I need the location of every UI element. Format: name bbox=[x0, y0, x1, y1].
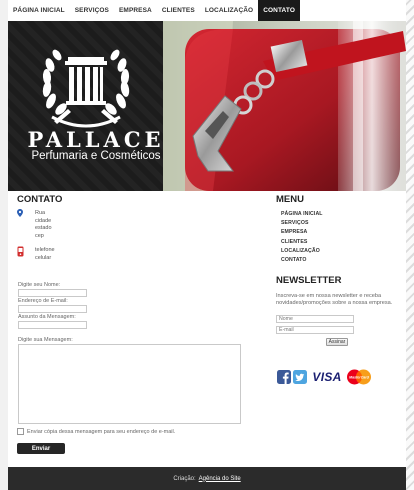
phone-number: telefone bbox=[35, 247, 55, 253]
nav-item-clientes[interactable]: CLIENTES bbox=[157, 0, 200, 21]
brand-name: PALLACE bbox=[27, 127, 165, 152]
address-state: estado bbox=[35, 225, 52, 232]
newsletter-name-input[interactable]: Nome bbox=[276, 315, 354, 323]
brand-tagline: Perfumaria e Cosméticos bbox=[31, 150, 161, 162]
footer-credit-prefix: Criação: bbox=[173, 475, 196, 482]
name-input[interactable] bbox=[18, 289, 87, 297]
phone-block: telefone celular bbox=[35, 247, 55, 262]
nav-item-empresa[interactable]: EMPRESA bbox=[114, 0, 157, 21]
address-zip: cep bbox=[35, 232, 44, 239]
phone-icon bbox=[17, 246, 24, 257]
nav-item-servicos[interactable]: SERVIÇOS bbox=[70, 0, 114, 21]
footer-agency-link[interactable]: Agência do Site bbox=[199, 476, 241, 482]
newsletter-description: Inscreva-se em nossa newsletter e receba… bbox=[276, 293, 393, 307]
menu-item-servicos[interactable]: SERVIÇOS bbox=[281, 219, 323, 228]
sidebar-menu: PÁGINA INICIAL SERVIÇOS EMPRESA CLIENTES… bbox=[281, 210, 323, 265]
message-label: Digite sua Mensagem: bbox=[18, 337, 73, 343]
menu-heading: MENU bbox=[276, 194, 304, 205]
subject-label: Assunto da Mensagem: bbox=[18, 314, 76, 320]
twitter-icon[interactable] bbox=[293, 370, 307, 384]
address-city: cidade bbox=[35, 217, 52, 224]
nav-item-contato[interactable]: CONTATO bbox=[258, 0, 300, 21]
footer: Criação: Agência do Site bbox=[8, 467, 406, 490]
pallace-logo-emblem bbox=[42, 49, 130, 128]
name-label: Digite seu Nome: bbox=[18, 282, 61, 288]
mastercard-icon: MasterCard bbox=[347, 369, 371, 385]
email-input[interactable] bbox=[18, 305, 87, 313]
facebook-icon[interactable] bbox=[277, 370, 291, 384]
menu-item-empresa[interactable]: EMPRESA bbox=[281, 228, 323, 237]
email-label: Endereço de E-mail: bbox=[18, 298, 68, 304]
mobile-number: celular bbox=[35, 254, 52, 261]
perfume-bottle-photo bbox=[163, 21, 406, 191]
menu-item-pagina-inicial[interactable]: PÁGINA INICIAL bbox=[281, 210, 323, 219]
subscribe-button[interactable]: Assinar bbox=[326, 338, 348, 346]
menu-item-clientes[interactable]: CLIENTES bbox=[281, 238, 323, 247]
nav-item-pagina-inicial[interactable]: PÁGINA INICIAL bbox=[8, 0, 70, 21]
contato-heading: CONTATO bbox=[17, 194, 63, 205]
visa-badge: VISA bbox=[310, 370, 344, 384]
send-button[interactable]: Enviar bbox=[17, 443, 65, 454]
top-nav: PÁGINA INICIAL SERVIÇOS EMPRESA CLIENTES… bbox=[8, 0, 406, 21]
newsletter-heading: NEWSLETTER bbox=[276, 275, 342, 286]
copy-checkbox-label: Enviar cópia dessa mensagem para seu end… bbox=[27, 428, 176, 435]
hero-banner: PALLACE Perfumaria e Cosméticos bbox=[8, 21, 406, 191]
nav-item-localizacao[interactable]: LOCALIZAÇÃO bbox=[200, 0, 258, 21]
newsletter-email-input[interactable]: E-mail bbox=[276, 326, 354, 334]
subject-input[interactable] bbox=[18, 321, 87, 329]
menu-item-localizacao[interactable]: LOCALIZAÇÃO bbox=[281, 247, 323, 256]
mastercard-text: MasterCard bbox=[349, 376, 370, 380]
brand-logo-text: PALLACE Perfumaria e Cosméticos bbox=[22, 129, 170, 162]
menu-item-contato[interactable]: CONTATO bbox=[281, 256, 323, 265]
visa-text: VISA bbox=[312, 370, 342, 384]
page: PÁGINA INICIAL SERVIÇOS EMPRESA CLIENTES… bbox=[8, 0, 406, 490]
message-textarea[interactable] bbox=[18, 344, 241, 424]
map-pin-icon bbox=[17, 209, 23, 217]
copy-checkbox-row: Enviar cópia dessa mensagem para seu end… bbox=[17, 428, 175, 435]
address-street: Rua bbox=[35, 210, 46, 216]
address-block: Rua cidade estado cep bbox=[35, 210, 52, 240]
copy-checkbox[interactable] bbox=[17, 428, 24, 435]
